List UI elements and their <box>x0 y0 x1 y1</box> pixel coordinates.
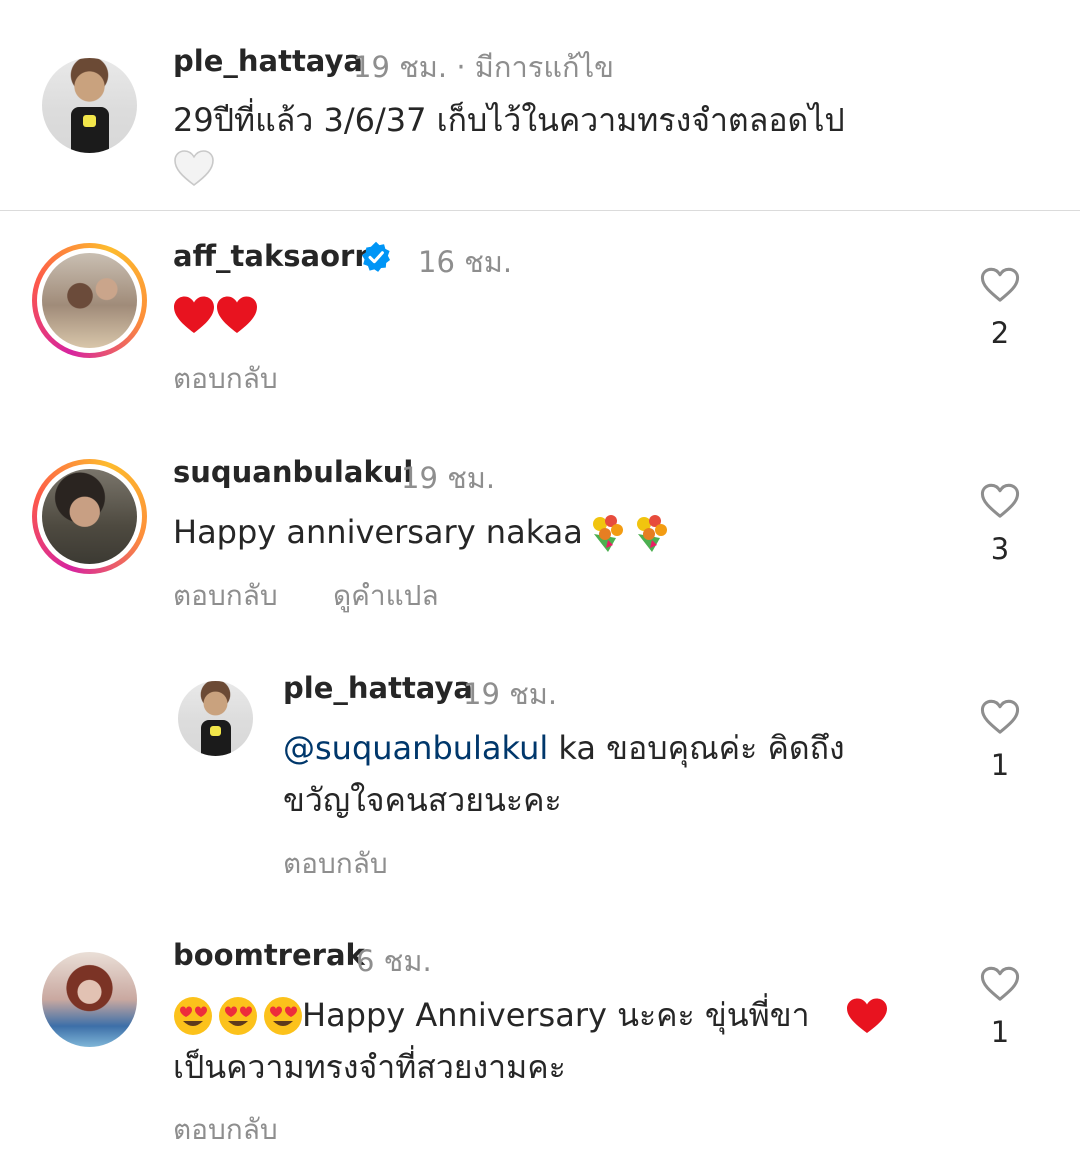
mention-link[interactable]: @suquanbulakul <box>283 729 548 767</box>
comment-time: 19 ชม. <box>401 461 496 495</box>
comment-text-line2: ขวัญใจคนสวยนะคะ <box>283 781 562 819</box>
comment-time: 6 ชม. <box>356 944 432 978</box>
comment-text: 29ปีที่แล้ว 3/6/37 เก็บไว้ในความทรงจำตลอ… <box>173 101 845 139</box>
avatar[interactable] <box>42 469 137 564</box>
reply-button[interactable]: ตอบกลับ <box>173 574 278 618</box>
avatar[interactable] <box>178 681 253 756</box>
like-count: 1 <box>990 1015 1010 1049</box>
bouquet-emoji-icon <box>593 515 667 552</box>
comment-username[interactable]: suquanbulakul <box>173 455 413 489</box>
comment-text: Happy anniversary nakaa <box>173 507 583 557</box>
comment-time: 19 ชม. <box>463 677 558 711</box>
red-heart-emoji-icon <box>847 998 887 1033</box>
reply-button[interactable]: ตอบกลับ <box>173 1108 278 1152</box>
avatar[interactable] <box>42 58 137 153</box>
reply-button[interactable]: ตอบกลับ <box>173 357 278 401</box>
reply-button[interactable]: ตอบกลับ <box>283 842 388 886</box>
like-heart-icon[interactable] <box>979 965 1021 1003</box>
comment-text-body: ka ขอบคุณค่ะ คิดถึง <box>548 729 845 767</box>
like-count: 2 <box>990 316 1010 350</box>
comment-text: @suquanbulakul ka ขอบคุณค่ะ คิดถึง <box>283 723 845 773</box>
comment-text-line2: เป็นความทรงจำที่สวยงามคะ <box>173 1048 566 1086</box>
like-heart-icon[interactable] <box>979 698 1021 736</box>
red-hearts-emoji-icon <box>174 296 257 333</box>
comment-time: 19 ชม. <box>353 50 448 84</box>
white-heart-emoji-icon <box>174 150 214 187</box>
comment-timestamp: 19 ชม. · มีการแก้ไข <box>353 44 614 90</box>
like-heart-icon[interactable] <box>979 266 1021 304</box>
comment-text-body: Happy anniversary nakaa <box>173 513 583 551</box>
comment-time: 16 ชม. <box>418 245 513 279</box>
heart-eyes-emoji-icon <box>174 997 302 1035</box>
like-heart-icon[interactable] <box>979 482 1021 520</box>
comment-username[interactable]: boomtrerak <box>173 938 365 972</box>
verified-badge-icon <box>361 241 391 272</box>
edited-label: · มีการแก้ไข <box>447 50 614 84</box>
avatar[interactable] <box>42 952 137 1047</box>
like-count: 1 <box>990 748 1010 782</box>
comment-username[interactable]: ple_hattaya <box>283 671 473 705</box>
comment-username[interactable]: aff_taksaorn <box>173 239 375 273</box>
comment-username[interactable]: ple_hattaya <box>173 44 363 78</box>
like-count: 3 <box>990 532 1010 566</box>
avatar[interactable] <box>42 253 137 348</box>
see-translation-button[interactable]: ดูคำแปล <box>333 574 439 618</box>
caption-divider <box>0 210 1080 211</box>
comment-text: Happy Anniversary นะคะ ขุ่นพี่ขา <box>302 996 810 1034</box>
